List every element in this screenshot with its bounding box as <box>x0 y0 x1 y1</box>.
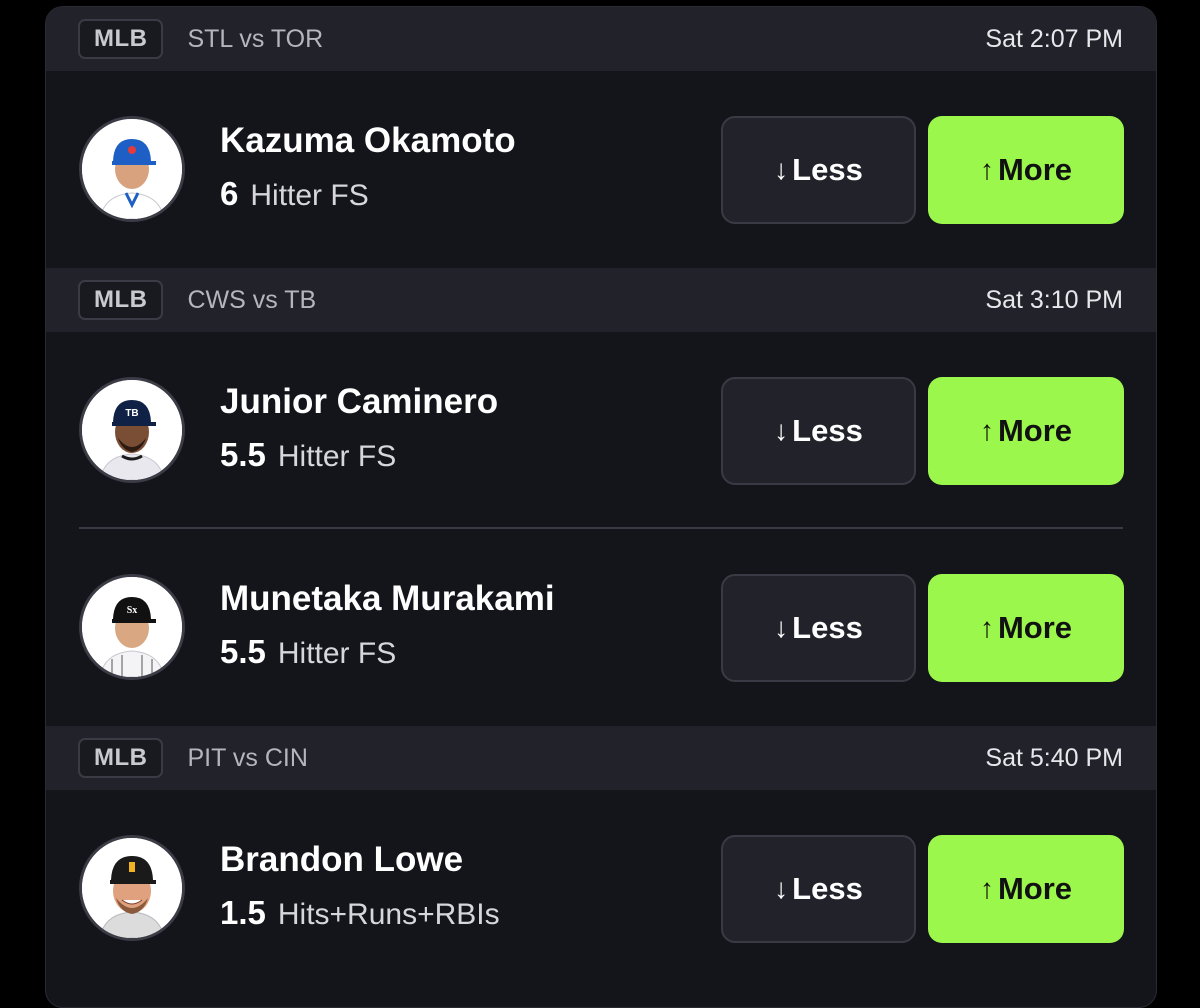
player-headshot-icon <box>82 119 182 219</box>
more-label: More <box>997 871 1073 906</box>
arrow-down-icon: ↓ <box>774 415 789 446</box>
svg-text:Sx: Sx <box>127 605 138 616</box>
player-avatar: Sx <box>79 574 185 680</box>
matchup-label: CWS vs TB <box>187 285 317 314</box>
more-button[interactable]: ↑ More <box>928 835 1124 943</box>
more-button[interactable]: ↑ More <box>928 116 1124 224</box>
arrow-down-icon: ↓ <box>774 612 789 643</box>
league-badge: MLB <box>78 738 164 778</box>
more-label: More <box>997 152 1073 187</box>
matchup-label: STL vs TOR <box>187 24 324 53</box>
game-header: MLB PIT vs CIN Sat 5:40 PM <box>46 726 1156 790</box>
more-button[interactable]: ↑ More <box>928 377 1124 485</box>
stat-type: Hits+Runs+RBIs <box>277 898 500 931</box>
line-value: 6 <box>220 175 239 212</box>
picks-panel: MLB STL vs TOR Sat 2:07 PM Kazuma Okamot… <box>45 6 1157 1008</box>
player-row: Kazuma Okamoto 6 Hitter FS ↓ Less ↑ More <box>46 71 1156 268</box>
stat-type: Hitter FS <box>250 179 369 212</box>
stat-type: Hitter FS <box>277 637 397 670</box>
player-headshot-icon: TB <box>82 380 182 480</box>
game-header: MLB STL vs TOR Sat 2:07 PM <box>46 7 1156 71</box>
arrow-up-icon: ↑ <box>979 612 994 643</box>
league-badge: MLB <box>78 19 164 59</box>
more-label: More <box>997 610 1073 645</box>
less-button[interactable]: ↓ Less <box>721 835 916 943</box>
player-row: Brandon Lowe 1.5 Hits+Runs+RBIs ↓ Less ↑… <box>46 790 1156 987</box>
player-avatar <box>79 835 185 941</box>
player-headshot-icon: Sx <box>82 577 182 677</box>
more-button[interactable]: ↑ More <box>928 574 1124 682</box>
less-label: Less <box>792 413 863 448</box>
player-avatar <box>79 116 185 222</box>
player-name: Kazuma Okamoto <box>220 121 516 160</box>
game-time: Sat 5:40 PM <box>985 743 1123 772</box>
player-row: TB Junior Caminero 5.5 Hitter FS ↓ Less … <box>46 332 1156 529</box>
game-header: MLB CWS vs TB Sat 3:10 PM <box>46 268 1156 332</box>
game-section: MLB CWS vs TB Sat 3:10 PM TB Junior Cami… <box>46 268 1156 726</box>
less-button[interactable]: ↓ Less <box>721 377 916 485</box>
line-value: 5.5 <box>220 436 266 473</box>
game-time: Sat 2:07 PM <box>985 24 1123 53</box>
projection-line: 5.5 Hitter FS <box>220 436 396 474</box>
less-label: Less <box>792 152 863 187</box>
player-row: Sx Munetaka Murakami 5.5 Hitter FS ↓ Les… <box>46 529 1156 726</box>
arrow-up-icon: ↑ <box>979 154 994 185</box>
stat-type: Hitter FS <box>277 440 397 473</box>
matchup-label: PIT vs CIN <box>187 743 308 772</box>
more-label: More <box>997 413 1073 448</box>
player-name: Munetaka Murakami <box>220 579 555 618</box>
projection-line: 5.5 Hitter FS <box>220 633 396 671</box>
projection-line: 1.5 Hits+Runs+RBIs <box>220 894 500 932</box>
less-button[interactable]: ↓ Less <box>721 116 916 224</box>
league-badge: MLB <box>78 280 164 320</box>
less-label: Less <box>792 871 863 906</box>
player-avatar: TB <box>79 377 185 483</box>
arrow-up-icon: ↑ <box>979 873 994 904</box>
less-button[interactable]: ↓ Less <box>721 574 916 682</box>
less-label: Less <box>792 610 863 645</box>
game-section: MLB PIT vs CIN Sat 5:40 PM Brandon Lowe <box>46 726 1156 987</box>
player-headshot-icon <box>82 838 182 938</box>
svg-text:TB: TB <box>125 408 138 419</box>
player-name: Junior Caminero <box>220 382 499 421</box>
game-time: Sat 3:10 PM <box>985 285 1123 314</box>
arrow-down-icon: ↓ <box>774 873 789 904</box>
line-value: 1.5 <box>220 894 266 931</box>
projection-line: 6 Hitter FS <box>220 175 369 213</box>
game-section: MLB STL vs TOR Sat 2:07 PM Kazuma Okamot… <box>46 7 1156 268</box>
line-value: 5.5 <box>220 633 266 670</box>
arrow-down-icon: ↓ <box>774 154 789 185</box>
arrow-up-icon: ↑ <box>979 415 994 446</box>
player-name: Brandon Lowe <box>220 840 464 879</box>
